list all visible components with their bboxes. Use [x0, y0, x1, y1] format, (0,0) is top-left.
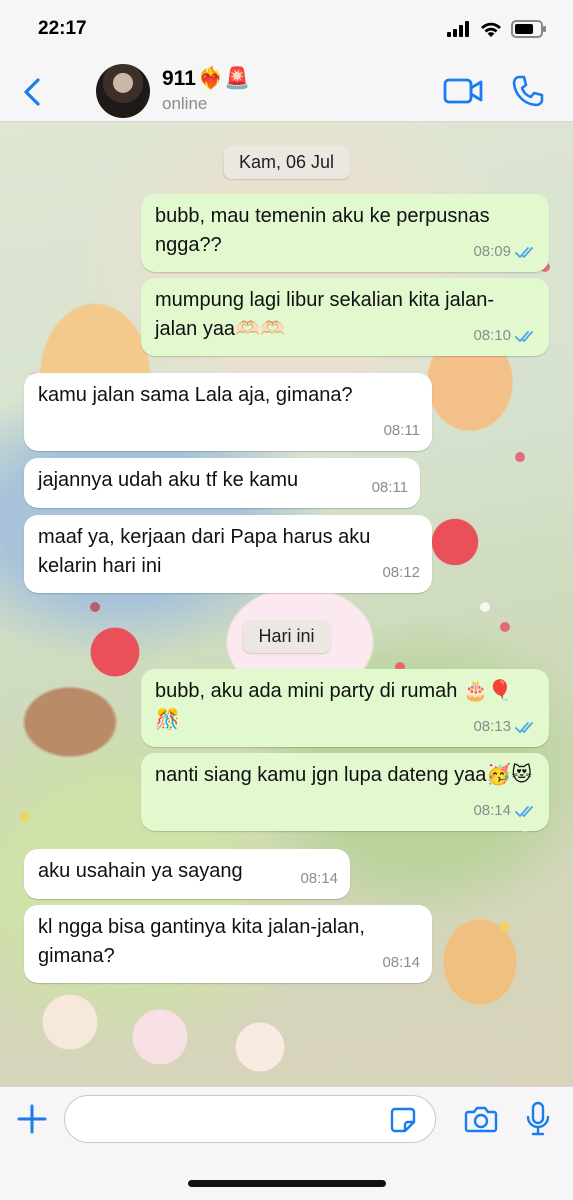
message-time: 08:10 [473, 327, 511, 344]
video-icon[interactable] [443, 76, 483, 106]
double-check-icon [515, 805, 533, 817]
message-bubble-outgoing[interactable]: nanti siang kamu jgn lupa dateng yaa🥳😻 0… [141, 753, 549, 831]
message-text: jajannya udah aku tf ke kamu [38, 469, 299, 491]
date-separator: Hari ini [242, 620, 331, 653]
message-meta: 08:13 [473, 712, 537, 741]
message-meta: 08:12 [382, 558, 420, 587]
message-meta: 08:11 [384, 416, 420, 445]
date-separator: Kam, 06 Jul [222, 146, 351, 179]
home-indicator[interactable] [188, 1180, 386, 1187]
message-time: 08:11 [371, 479, 408, 496]
message-time: 08:09 [473, 243, 511, 260]
wifi-icon [481, 22, 501, 37]
message-time: 08:11 [383, 422, 420, 439]
message-time: 08:14 [382, 954, 420, 971]
phone-icon[interactable] [511, 74, 545, 108]
chat-area[interactable]: Kam, 06 Jul bubb, mau temenin aku ke per… [0, 122, 573, 1086]
message-bubble-outgoing[interactable]: mumpung lagi libur sekalian kita jalan-j… [141, 278, 549, 356]
camera-icon[interactable] [464, 1105, 498, 1133]
contact-name-emoji: ❤️‍🔥🚨 [197, 66, 251, 90]
message-bubble-outgoing[interactable]: bubb, aku ada mini party di rumah 🎂🎈🎊 08… [141, 669, 549, 747]
signal-icon [447, 21, 469, 37]
message-meta: 08:14 [473, 796, 537, 825]
message-meta: 08:14 [382, 948, 420, 977]
microphone-icon[interactable] [526, 1101, 550, 1137]
chevron-left-icon[interactable] [18, 76, 46, 108]
sticker-icon[interactable] [390, 1107, 416, 1133]
message-bubble-incoming[interactable]: aku usahain ya sayang 08:14 [24, 849, 350, 899]
status-time: 22:17 [38, 18, 87, 39]
message-time: 08:13 [473, 718, 511, 735]
status-icons [447, 20, 547, 38]
message-bubble-incoming[interactable]: maaf ya, kerjaan dari Papa harus aku kel… [24, 515, 432, 593]
double-check-icon [515, 330, 533, 342]
contact-name[interactable]: 911 ❤️‍🔥🚨 [162, 66, 250, 91]
message-text: nanti siang kamu jgn lupa dateng yaa🥳😻 [155, 764, 533, 786]
message-text: maaf ya, kerjaan dari Papa harus aku kel… [38, 526, 371, 577]
message-time: 08:14 [300, 870, 338, 887]
message-bubble-outgoing[interactable]: bubb, mau temenin aku ke perpusnas ngga?… [141, 194, 549, 272]
double-check-icon [515, 721, 533, 733]
contact-status: online [162, 94, 208, 113]
avatar[interactable] [96, 64, 150, 118]
chat-header: 911 ❤️‍🔥🚨 online [0, 62, 573, 122]
plus-icon[interactable] [16, 1103, 48, 1135]
message-bubble-incoming[interactable]: jajannya udah aku tf ke kamu 08:11 [24, 458, 420, 508]
message-meta: 08:10 [473, 321, 537, 350]
contact-name-text: 911 [162, 66, 196, 90]
double-check-icon [515, 246, 533, 258]
message-text: aku usahain ya sayang [38, 860, 243, 882]
message-input[interactable] [64, 1095, 436, 1143]
message-time: 08:12 [382, 564, 420, 581]
message-bubble-incoming[interactable]: kamu jalan sama Lala aja, gimana? 08:11 [24, 373, 432, 451]
message-bubble-incoming[interactable]: kl ngga bisa gantinya kita jalan-jalan, … [24, 905, 432, 983]
message-meta: 08:11 [372, 473, 408, 502]
message-meta: 08:14 [300, 864, 338, 893]
message-meta: 08:09 [473, 237, 537, 266]
message-text: kl ngga bisa gantinya kita jalan-jalan, … [38, 916, 365, 967]
battery-icon [511, 20, 546, 38]
message-text: kamu jalan sama Lala aja, gimana? [38, 384, 353, 406]
message-time: 08:14 [473, 802, 511, 819]
status-bar: 22:17 [0, 0, 573, 62]
